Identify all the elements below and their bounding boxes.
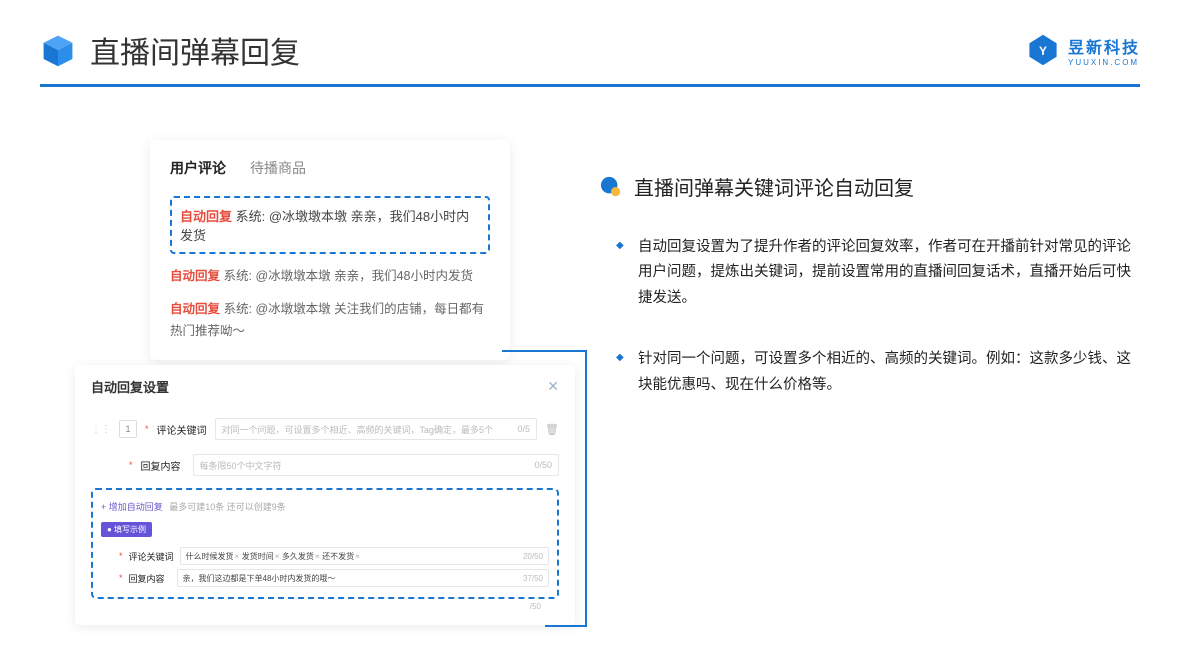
char-count: 20/50 xyxy=(523,552,543,561)
example-reply-row: * 回复内容 亲，我们这边都是下单48小时内发货的哦～ 37/50 xyxy=(119,569,549,587)
circles-icon xyxy=(600,176,622,198)
drag-handle-icon[interactable]: ⋮⋮ xyxy=(91,424,111,435)
char-count: 0/50 xyxy=(534,460,552,470)
connector-line xyxy=(585,350,587,625)
example-reply-text: 亲，我们这边都是下单48小时内发货的哦～ xyxy=(183,573,336,584)
field-label: 回复内容 xyxy=(129,572,171,585)
required-star: * xyxy=(145,424,149,434)
highlighted-comment: 自动回复 系统: @冰墩墩本墩 亲亲，我们48小时内发货 xyxy=(170,196,490,254)
close-icon[interactable]: ✕ xyxy=(547,378,559,395)
connector-line xyxy=(545,625,587,627)
form-row-reply: * 回复内容 每条限50个中文字符 0/50 xyxy=(129,454,559,476)
reply-input[interactable]: 每条限50个中文字符 0/50 xyxy=(193,454,559,476)
delete-icon[interactable]: 🗑 xyxy=(545,423,559,436)
example-keyword-row: * 评论关键词 什么时候发货× 发货时间× 多久发货× 还不发货× 20/50 xyxy=(119,547,549,565)
connector-line xyxy=(502,350,587,352)
example-keyword-input[interactable]: 什么时候发货× 发货时间× 多久发货× 还不发货× 20/50 xyxy=(180,547,549,565)
cube-icon xyxy=(40,32,76,68)
form-row-keyword: ⋮⋮ 1 * 评论关键词 对同一个问题，可设置多个相近、高频的关键词，Tag确定… xyxy=(91,418,559,440)
comment-row: 自动回复 系统: @冰墩墩本墩 关注我们的店铺，每日都有热门推荐呦～ xyxy=(170,299,490,342)
comment-text: 系统: @冰墩墩本墩 亲亲，我们48小时内发货 xyxy=(224,269,474,283)
auto-reply-badge: 自动回复 xyxy=(170,269,220,283)
field-label: 回复内容 xyxy=(141,458,185,473)
brand-name-en: YUUXIN.COM xyxy=(1068,58,1140,67)
required-star: * xyxy=(119,573,123,583)
input-placeholder: 对同一个问题，可设置多个相近、高频的关键词，Tag确定，最多5个 xyxy=(222,423,494,436)
required-star: * xyxy=(129,460,133,470)
input-placeholder: 每条限50个中文字符 xyxy=(200,459,282,472)
rule-index: 1 xyxy=(119,420,137,438)
example-box: + 增加自动回复 最多可建10条 还可以创建9条 ● 填写示例 * 评论关键词 … xyxy=(91,488,559,599)
tab-user-comments[interactable]: 用户评论 xyxy=(170,158,226,178)
keyword-input[interactable]: 对同一个问题，可设置多个相近、高频的关键词，Tag确定，最多5个 0/5 xyxy=(215,418,538,440)
comment-row: 自动回复 系统: @冰墩墩本墩 亲亲，我们48小时内发货 xyxy=(170,266,490,287)
page-title: 直播间弹幕回复 xyxy=(90,28,300,72)
tag[interactable]: 什么时候发货× xyxy=(186,552,240,561)
bullet-item: 针对同一个问题，可设置多个相近的、高频的关键词。例如：这款多少钱、这块能优惠吗、… xyxy=(638,347,1140,398)
field-label: 评论关键词 xyxy=(157,422,207,437)
settings-card: 自动回复设置 ✕ ⋮⋮ 1 * 评论关键词 对同一个问题，可设置多个相近、高频的… xyxy=(75,365,575,625)
tag[interactable]: 发货时间× xyxy=(242,552,280,561)
page-header: 直播间弹幕回复 Y 昱新科技 YUUXIN.COM xyxy=(40,28,1140,72)
tag[interactable]: 还不发货× xyxy=(322,552,360,561)
brand-logo: Y 昱新科技 YUUXIN.COM xyxy=(1026,33,1140,67)
right-column: 直播间弹幕关键词评论自动回复 自动回复设置为了提升作者的评论回复效率，作者可在开… xyxy=(600,172,1140,434)
outer-count: /50 xyxy=(91,602,559,611)
comments-card: 用户评论 待播商品 自动回复 系统: @冰墩墩本墩 亲亲，我们48小时内发货 自… xyxy=(150,140,510,360)
tag-container: 什么时候发货× 发货时间× 多久发货× 还不发货× xyxy=(186,551,360,562)
header-left: 直播间弹幕回复 xyxy=(40,28,300,72)
template-badge: ● 填写示例 xyxy=(101,522,152,537)
brand-mark-icon: Y xyxy=(1026,33,1060,67)
svg-text:Y: Y xyxy=(1039,44,1047,58)
header-divider xyxy=(40,84,1140,87)
auto-reply-badge: 自动回复 xyxy=(180,209,232,224)
tag[interactable]: 多久发货× xyxy=(282,552,320,561)
char-count: 37/50 xyxy=(523,574,543,583)
settings-title: 自动回复设置 xyxy=(91,377,169,396)
add-auto-reply-link[interactable]: + 增加自动回复 最多可建10条 还可以创建9条 xyxy=(101,500,549,513)
field-label: 评论关键词 xyxy=(129,550,174,563)
brand-name-cn: 昱新科技 xyxy=(1068,34,1140,58)
tab-pending-products[interactable]: 待播商品 xyxy=(250,158,306,178)
tab-bar: 用户评论 待播商品 xyxy=(170,158,490,188)
bullet-list: 自动回复设置为了提升作者的评论回复效率，作者可在开播前针对常见的评论用户问题，提… xyxy=(600,235,1140,398)
required-star: * xyxy=(119,551,123,561)
char-count: 0/5 xyxy=(518,424,531,434)
brand-text: 昱新科技 YUUXIN.COM xyxy=(1068,34,1140,67)
auto-reply-badge: 自动回复 xyxy=(170,302,220,316)
bullet-item: 自动回复设置为了提升作者的评论回复效率，作者可在开播前针对常见的评论用户问题，提… xyxy=(638,235,1140,311)
settings-header: 自动回复设置 ✕ xyxy=(91,377,559,404)
add-note: 最多可建10条 还可以创建9条 xyxy=(169,502,286,512)
section-title: 直播间弹幕关键词评论自动回复 xyxy=(600,172,1140,201)
section-title-text: 直播间弹幕关键词评论自动回复 xyxy=(634,172,914,201)
example-reply-input[interactable]: 亲，我们这边都是下单48小时内发货的哦～ 37/50 xyxy=(177,569,549,587)
